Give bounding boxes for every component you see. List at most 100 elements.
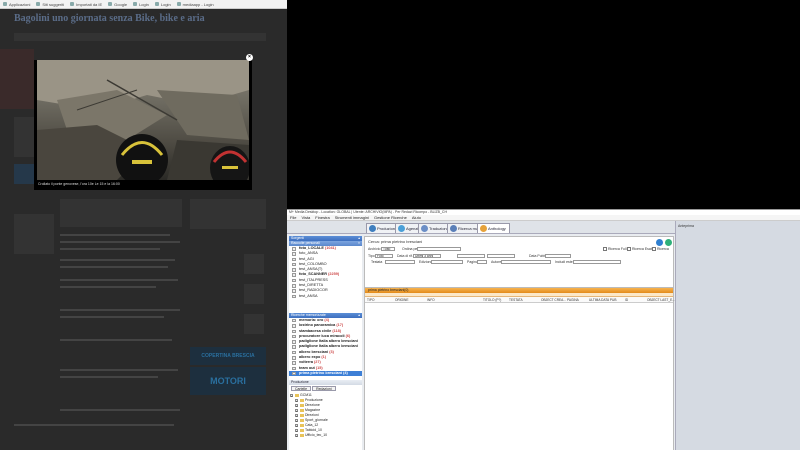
includi-select[interactable] xyxy=(573,260,621,264)
archive-icon xyxy=(292,278,296,283)
bookmark-applications[interactable]: Applicazioni xyxy=(3,2,30,7)
folder-icon xyxy=(70,2,75,6)
col-object-crea[interactable]: OBJECT CREA... xyxy=(541,297,566,303)
left-sidebar: Sorgenti ▴ Raccolte personali × foto_LOCAL… xyxy=(289,236,362,450)
bookmark-login-1[interactable]: Login xyxy=(133,2,149,7)
expand-icon[interactable]: + xyxy=(295,409,298,413)
search-title: Cerca: prima pietrino bresciani xyxy=(368,239,423,244)
saved-search-icon xyxy=(292,371,296,376)
expand-icon[interactable]: + xyxy=(295,399,298,403)
menu-view[interactable]: Vista xyxy=(301,215,310,220)
expand-icon[interactable]: + xyxy=(295,429,298,433)
ricerca-label: Ricerca xyxy=(657,247,669,251)
browser-window: Applicazioni Siti suggeriti Importati da… xyxy=(0,0,287,450)
archive-icon xyxy=(292,247,296,251)
text-line xyxy=(60,369,178,371)
data-pubbl-select[interactable] xyxy=(545,254,571,258)
col-testata[interactable]: TESTATA xyxy=(509,297,523,303)
subtab-cartelle[interactable]: Cartelle xyxy=(291,386,312,392)
ricerca-esatta-checkbox[interactable] xyxy=(627,247,631,251)
text-line xyxy=(60,234,170,236)
expand-icon[interactable]: + xyxy=(295,434,298,438)
menu-image-tools[interactable]: Strumenti immagini xyxy=(335,215,369,220)
archive-icon xyxy=(292,284,296,288)
tree-item[interactable]: + Ufficio_tec_10 xyxy=(289,433,362,438)
ricerca-checkbox[interactable] xyxy=(652,247,656,251)
close-icon[interactable]: × xyxy=(246,54,253,61)
preview-panel: Anteprima xyxy=(675,221,800,450)
sidebar-thumb-2 xyxy=(244,284,264,304)
menu-file[interactable]: File xyxy=(290,215,296,220)
media-desktop-window: M+ Media Desktop - Location: GLOBAL | Ut… xyxy=(287,209,800,450)
bookmarks-bar: Applicazioni Siti suggeriti Importati da… xyxy=(0,0,287,9)
results-area: prima pietrino bresciani(0) TIPO ORIGINE… xyxy=(365,287,675,450)
sidebar-thumb xyxy=(244,254,264,274)
col-id[interactable]: ID xyxy=(625,297,628,303)
saved-search-item[interactable]: prima pietrino bresciani (4) xyxy=(289,370,362,377)
site-headline: Bagolini uno giornata senza Bike, bike e… xyxy=(14,13,205,24)
col-object-last[interactable]: OBJECT LAST_E... xyxy=(647,297,675,303)
search-go-icon[interactable] xyxy=(656,239,663,246)
col-pagina[interactable]: PAGINA xyxy=(567,297,579,303)
ad-banner-1[interactable]: COPERTINA BRESCIA xyxy=(190,347,266,365)
agency-icon xyxy=(398,225,405,232)
search-panel: Cerca: prima pietrino bresciani Archivio… xyxy=(364,236,675,450)
tab-anthology[interactable]: Anthology xyxy=(477,223,510,233)
preview-title: Anteprima xyxy=(678,224,694,228)
saved-search-icon xyxy=(292,356,296,360)
archive-icon xyxy=(292,289,296,293)
col-origine[interactable]: ORIGINE xyxy=(395,297,408,303)
col-info[interactable]: INFO xyxy=(427,297,435,303)
bookmark-google[interactable]: Google xyxy=(108,2,127,7)
folder-icon xyxy=(300,418,304,422)
expand-icon[interactable]: + xyxy=(295,424,298,428)
archive-list: foto_LOCALE (1041) foto_ANSA test_AGI tes… xyxy=(289,246,362,299)
archivio-label: Archivio xyxy=(368,247,381,251)
col-ultima-data[interactable]: ULTIMA DATA PUB xyxy=(589,297,616,303)
ricerca-full-checkbox[interactable] xyxy=(603,247,607,251)
ordina-select[interactable] xyxy=(417,247,461,251)
text-line xyxy=(60,241,180,243)
saved-search-icon xyxy=(292,318,296,323)
date-to-input[interactable] xyxy=(487,254,515,258)
testata-select[interactable] xyxy=(385,260,415,264)
bookmark-imported[interactable]: Importati da IE xyxy=(70,2,102,7)
expand-icon[interactable]: + xyxy=(295,414,298,418)
data-select[interactable]: Ultimi 3 anni xyxy=(413,254,441,258)
expand-icon[interactable]: + xyxy=(290,394,293,398)
text-line xyxy=(14,424,174,426)
translate-icon xyxy=(421,225,428,232)
tipo-label: Tipo xyxy=(368,254,375,258)
production-subtabs: Cartelle Redazioni xyxy=(289,385,362,393)
folder-icon xyxy=(300,398,304,402)
menu-search-manager[interactable]: Gestione Ricerche xyxy=(374,215,407,220)
expand-icon[interactable]: + xyxy=(295,419,298,423)
article-image xyxy=(60,199,182,227)
subtab-redazioni[interactable]: Redazioni xyxy=(312,386,336,392)
data-label: Data di rif. xyxy=(397,254,413,258)
bookmark-suggested[interactable]: Siti suggeriti xyxy=(36,2,64,7)
saved-search-icon xyxy=(292,350,296,355)
autore-label: Autore xyxy=(491,260,502,264)
page-icon xyxy=(154,2,159,6)
menu-window[interactable]: Finestra xyxy=(315,215,329,220)
pagina-input[interactable] xyxy=(477,260,487,264)
text-line xyxy=(60,316,164,318)
menu-help[interactable]: Aiuto xyxy=(412,215,421,220)
refresh-icon[interactable] xyxy=(665,239,672,246)
bookmark-login-2[interactable]: Login xyxy=(154,2,171,7)
date-from-input[interactable] xyxy=(457,254,485,258)
edizione-select[interactable] xyxy=(431,260,463,264)
google-icon xyxy=(108,2,113,6)
col-titolo[interactable]: TITOLO (P?) xyxy=(483,297,501,303)
autore-input[interactable] xyxy=(501,260,551,264)
ad-banner-2[interactable]: MOTORI xyxy=(190,367,266,395)
tipo-select[interactable]: Foto xyxy=(375,254,393,258)
archivio-select[interactable]: Tutto xyxy=(381,247,395,251)
col-tipo[interactable]: TIPO xyxy=(367,297,374,303)
expand-icon[interactable]: + xyxy=(295,404,298,408)
sidebar-thumb-3 xyxy=(244,314,264,334)
bookmark-mediaapp-login[interactable]: mediaapp - Login xyxy=(176,2,214,7)
archive-item[interactable]: test_ANSA xyxy=(289,294,362,299)
folder-icon xyxy=(300,433,304,437)
